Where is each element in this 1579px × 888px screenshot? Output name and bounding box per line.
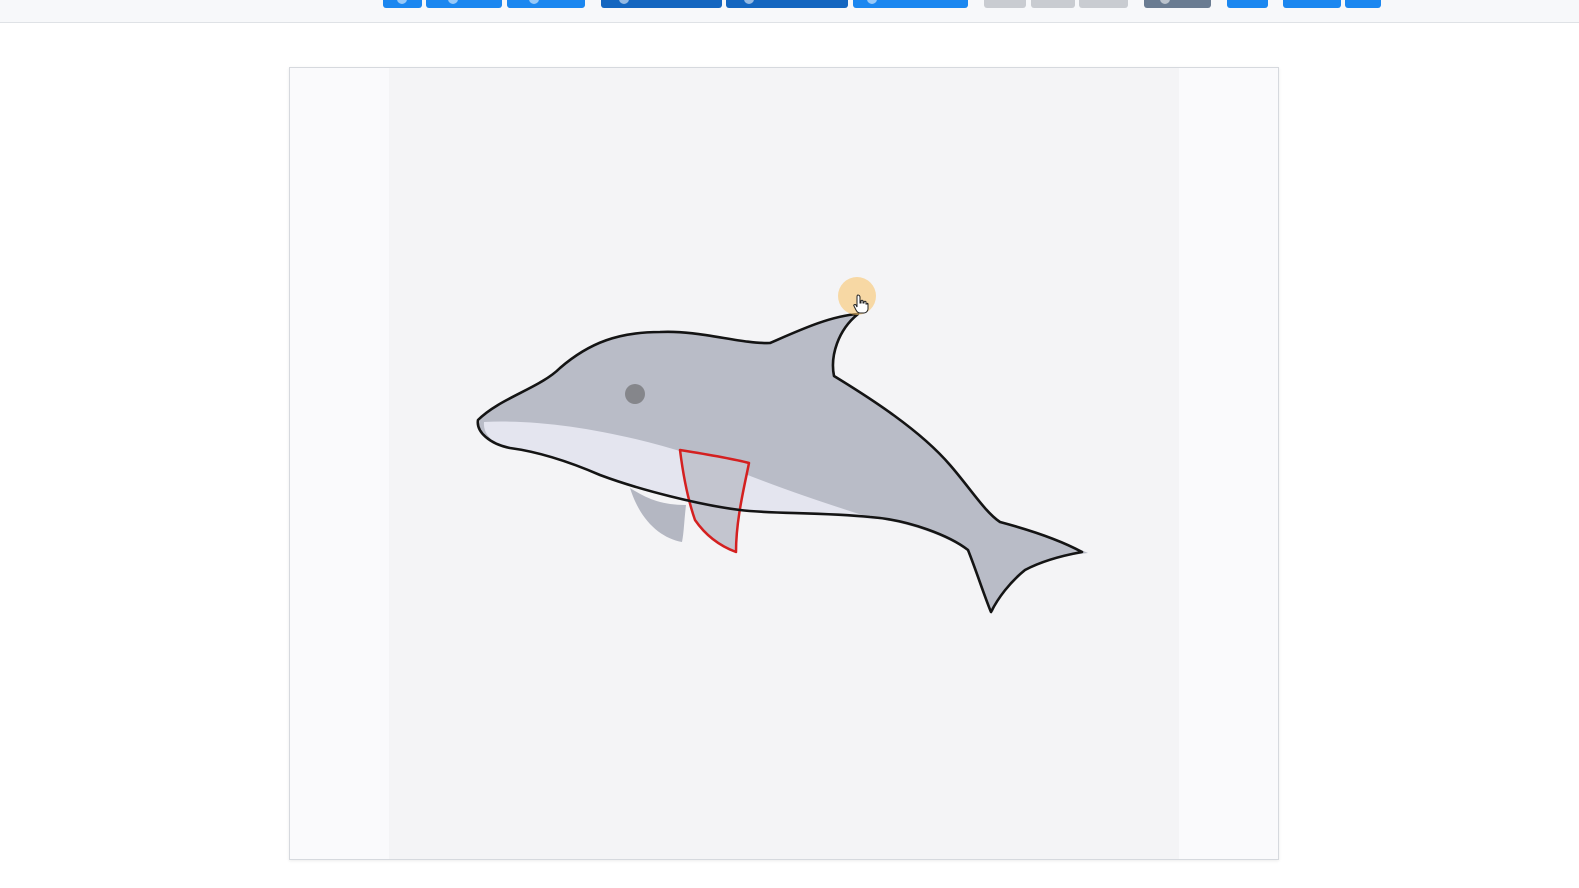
dolphin-eye (625, 384, 645, 404)
dolphin-drawing (476, 312, 1088, 614)
hand-pointer-icon (853, 294, 869, 314)
